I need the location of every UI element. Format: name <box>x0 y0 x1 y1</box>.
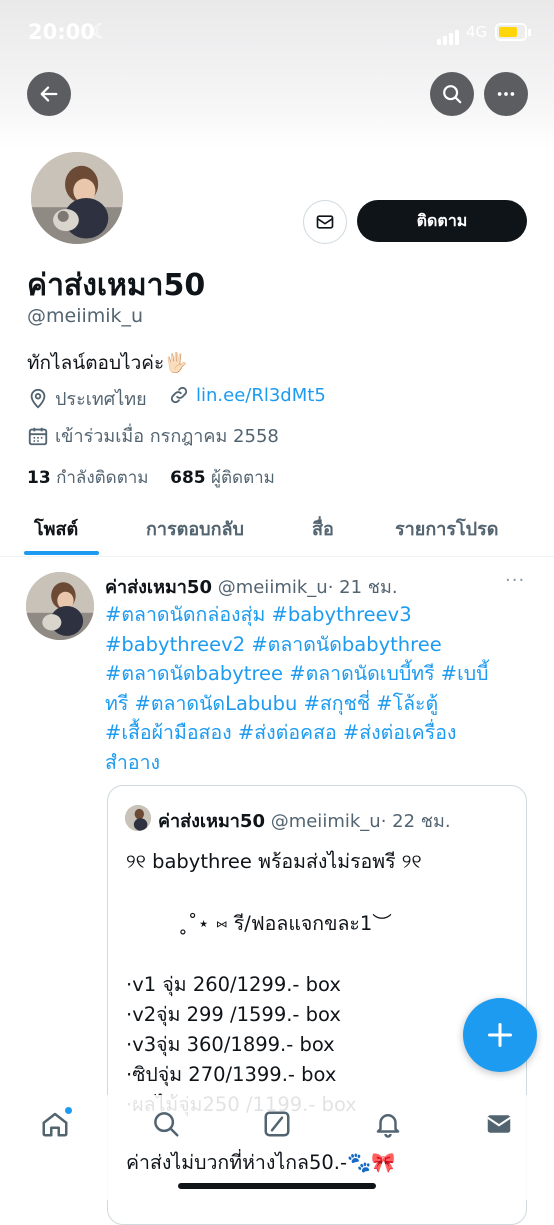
messages-icon <box>487 1115 511 1133</box>
location-pin-icon <box>30 388 46 409</box>
post-line[interactable]: #babythreev2 #ตลาดนัดbabythree <box>105 630 525 660</box>
post-line[interactable]: #ตลาดนัดbabytree #ตลาดนัดเบบี้ทรี #เบบี้ <box>105 659 525 689</box>
battery-tip <box>528 29 531 36</box>
post-line[interactable]: #เสื้อผ้ามือสอง #ส่งต่อคสอ #ส่งต่อเครื่อ… <box>105 718 525 748</box>
post-line[interactable]: สำอาง <box>105 748 525 778</box>
nav-messages[interactable] <box>482 1107 516 1141</box>
profile-bio: ทักไลน์ตอบไวค่ะ🖐🏻 <box>27 352 188 374</box>
quote-line: ˳˚⋆ ⑅ รี/ฟอลแจกขละ1︶ <box>178 912 392 935</box>
post-time: · 21 ชม. <box>327 577 398 598</box>
post-more-button[interactable]: ··· <box>505 570 525 591</box>
followers-label: ผู้ติดตาม <box>211 468 275 488</box>
quote-author: ค่าส่งเหมา50 <box>158 811 265 832</box>
quote-line: ·v3จุ่ม 360/1899.- box <box>126 1033 335 1056</box>
nav-notifications[interactable] <box>371 1107 405 1141</box>
status-bar: 20:00 ☾ 4G <box>0 0 554 66</box>
post-author[interactable]: ค่าส่งเหมา50 <box>105 577 212 598</box>
location-text: ประเทศไทย <box>55 389 147 410</box>
profile-link[interactable]: lin.ee/Rl3dMt5 <box>168 384 326 406</box>
status-time: 20:00 <box>28 20 95 44</box>
mail-icon <box>316 215 334 229</box>
following-count: 13 <box>27 468 51 488</box>
avatar-photo <box>125 805 151 831</box>
home-indicator <box>178 1183 376 1189</box>
moon-icon: ☾ <box>92 19 110 43</box>
post-line[interactable]: #ตลาดนัดกล่องสุ่ม #babythreev3 <box>105 600 525 630</box>
post-line[interactable]: ทรี #ตลาดนัดLabubu #สกุชชี่ #โล้ะตู้ <box>105 689 525 719</box>
message-button[interactable] <box>303 200 347 244</box>
post-avatar[interactable] <box>26 572 94 640</box>
link-text[interactable]: lin.ee/Rl3dMt5 <box>196 385 326 406</box>
quote-line: ·v1 จุ่ม 260/1299.- box <box>126 973 341 996</box>
quote-handle: @meiimik_u <box>270 811 381 832</box>
quote-line: ค่าส่งไม่บวกที่ห่างไกล50.-🐾🎀 <box>126 1151 396 1174</box>
bell-icon <box>376 1114 400 1138</box>
nav-home[interactable] <box>38 1107 72 1141</box>
post-text: #ตลาดนัดกล่องสุ่ม #babythreev3 #babythre… <box>105 600 525 777</box>
explore-search-icon <box>154 1112 179 1137</box>
quote-line: ·v2จุ่ม 299 /1599.- box <box>126 1003 341 1026</box>
tab-likes[interactable]: รายการโปรด <box>395 514 498 543</box>
quote-avatar <box>125 805 151 831</box>
following-link[interactable]: 13 กำลังติดตาม <box>27 468 149 488</box>
profile-tabs: โพสต์ การตอบกลับ สื่อ รายการโปรด <box>0 500 554 557</box>
tab-posts[interactable]: โพสต์ <box>34 514 78 543</box>
display-name: ค่าส่งเหมา50 <box>27 268 206 303</box>
quote-time: · 22 ชม. <box>380 811 451 832</box>
link-icon <box>170 386 188 404</box>
back-arrow-icon <box>40 86 58 102</box>
quote-line: ୨୧ babythree พร้อมส่งไม่รอพรี ୨୧ <box>126 850 422 873</box>
follow-stats: 13 กำลังติดตาม 685 ผู้ติดตาม <box>27 464 275 491</box>
battery-icon <box>495 23 527 41</box>
quote-header: ค่าส่งเหมา50 @meiimik_u· 22 ชม. <box>158 806 451 835</box>
post-handle[interactable]: @meiimik_u <box>218 577 328 598</box>
active-tab-indicator <box>24 551 99 555</box>
more-options-button[interactable] <box>484 72 528 116</box>
quote-line: ·ซิปจุ่ม 270/1399.- box <box>126 1063 337 1086</box>
profile-avatar[interactable] <box>27 148 127 248</box>
signal-icon <box>437 26 461 45</box>
nav-grok[interactable] <box>260 1107 294 1141</box>
network-type: 4G <box>466 23 488 41</box>
following-label: กำลังติดตาม <box>56 468 149 488</box>
avatar-photo <box>26 572 94 640</box>
grok-icon <box>264 1111 290 1137</box>
follow-button[interactable]: ติดตาม <box>357 200 527 242</box>
profile-joined: เข้าร่วมเมื่อ กรกฎาคม 2558 <box>27 421 279 450</box>
more-icon <box>497 92 515 96</box>
followers-count: 685 <box>170 468 206 488</box>
search-icon <box>443 85 462 104</box>
back-button[interactable] <box>27 72 71 116</box>
notification-dot <box>65 1107 72 1114</box>
profile-handle: @meiimik_u <box>27 305 144 327</box>
joined-text: เข้าร่วมเมื่อ กรกฎาคม 2558 <box>55 426 279 447</box>
search-button[interactable] <box>430 72 474 116</box>
calendar-icon <box>28 427 48 445</box>
profile-location: ประเทศไทย <box>27 384 147 413</box>
post-header: ค่าส่งเหมา50 @meiimik_u· 21 ชม. <box>105 572 398 601</box>
followers-link[interactable]: 685 ผู้ติดตาม <box>170 468 275 488</box>
tab-replies[interactable]: การตอบกลับ <box>146 514 244 543</box>
nav-explore[interactable] <box>149 1107 183 1141</box>
avatar-photo <box>31 152 123 244</box>
home-icon <box>42 1112 68 1137</box>
plus-icon <box>487 1022 513 1048</box>
tab-media[interactable]: สื่อ <box>312 514 334 543</box>
compose-button[interactable] <box>463 998 537 1072</box>
